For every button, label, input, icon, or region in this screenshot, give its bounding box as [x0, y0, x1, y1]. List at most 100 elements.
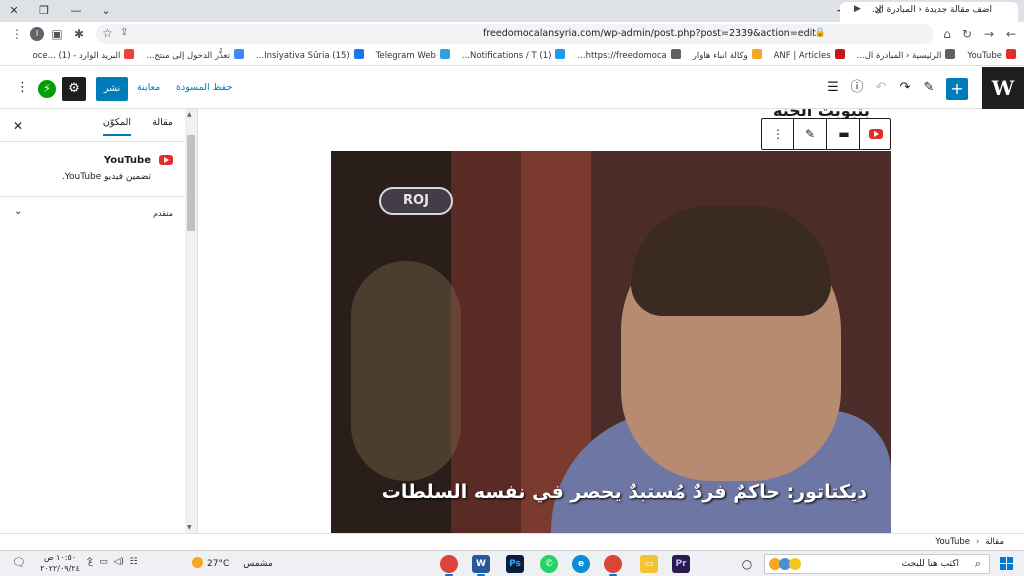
- sidebar-toggle-icon[interactable]: ▣: [48, 26, 66, 42]
- browser-tab-active[interactable]: أضف مقالة جديدة ‹ المبادرة ال... ▶ ✕: [840, 2, 1018, 22]
- bookmark-item[interactable]: تعذُّر الدخول إلى منتج...: [146, 49, 245, 61]
- bookmark-item[interactable]: Telegram Web: [376, 49, 450, 61]
- windows-start-icon[interactable]: [1000, 557, 1014, 571]
- save-draft-button[interactable]: حفظ المسودة: [176, 82, 232, 93]
- breadcrumb-root[interactable]: مقالة: [985, 537, 1004, 547]
- bookmark-item[interactable]: YouTube: [967, 49, 1016, 61]
- preview-button[interactable]: معاينة: [137, 82, 160, 93]
- scroll-down-icon[interactable]: ▼: [187, 524, 192, 531]
- bookmark-label: Telegram Web: [375, 51, 436, 61]
- edge-icon[interactable]: e: [572, 555, 590, 573]
- bookmark-item[interactable]: (15) Insiyativa Sûria...: [256, 49, 364, 61]
- align-icon[interactable]: ▬: [828, 119, 860, 149]
- bookmark-label: (1) Notifications / T...: [461, 51, 552, 61]
- edit-url-icon[interactable]: ✎: [794, 119, 826, 149]
- task-view-icon[interactable]: ○: [738, 555, 756, 573]
- block-card-title: YouTube: [103, 155, 151, 166]
- search-placeholder: اكتب هنا للبحث: [901, 559, 959, 569]
- url-text[interactable]: freedomocalansyria.com/wp-admin/post.php…: [483, 28, 816, 39]
- chevron-down-icon[interactable]: ⌄: [14, 206, 22, 217]
- sun-icon: [192, 557, 203, 568]
- bookmark-item[interactable]: وكالة انباء هاوار: [693, 49, 762, 61]
- options-menu-icon[interactable]: ⋮: [16, 80, 29, 95]
- tab-post[interactable]: مقالة: [152, 117, 173, 128]
- video-figure: [631, 206, 831, 316]
- close-sidebar-icon[interactable]: ✕: [13, 119, 23, 133]
- play-icon: ▶: [854, 4, 861, 14]
- block-breadcrumb: مقالة ‹ YouTube: [0, 533, 1024, 550]
- scrollbar-thumb[interactable]: [187, 135, 195, 231]
- details-info-icon[interactable]: ⓘ: [848, 79, 866, 97]
- back-icon[interactable]: ←: [1002, 26, 1020, 42]
- forward-icon[interactable]: →: [980, 26, 998, 42]
- close-window-icon[interactable]: ✕: [4, 3, 24, 19]
- extensions-icon[interactable]: ✱: [70, 26, 88, 42]
- block-card-description: تضمين فيديو YouTube.: [61, 172, 151, 182]
- bookmark-label: ANF | Articles: [773, 51, 831, 61]
- undo-icon[interactable]: ↶: [872, 79, 890, 97]
- input-language[interactable]: ع: [88, 557, 93, 566]
- youtube-video-embed[interactable]: ROJ ديكتاتور: حاكمٌ فردٌ مُستبدٌ يحصر في…: [331, 151, 891, 533]
- scroll-up-icon[interactable]: ▲: [187, 111, 192, 118]
- taskbar-search-input[interactable]: ⌕ اكتب هنا للبحث: [764, 554, 990, 574]
- bookmark-favicon-icon: [751, 49, 762, 59]
- bookmark-label: https://freedomoca...: [577, 51, 667, 61]
- bookmark-favicon-icon: [1006, 49, 1016, 59]
- block-type-button[interactable]: [860, 119, 892, 149]
- tab-block[interactable]: المكوّن: [102, 117, 131, 136]
- file-explorer-icon[interactable]: ▭: [640, 555, 658, 573]
- list-view-icon[interactable]: ☰: [824, 79, 842, 97]
- bookmark-favicon-icon: [555, 49, 566, 59]
- bookmark-item[interactable]: ANF | Articles: [774, 49, 845, 61]
- whatsapp-icon[interactable]: ✆: [540, 555, 558, 573]
- block-toolbar: ⋮ ✎ ▬: [761, 118, 891, 150]
- profile-avatar[interactable]: I: [30, 27, 44, 41]
- bookmark-item[interactable]: الرئيسية ‹ المبادرة ال...: [857, 49, 956, 61]
- chevron-left-icon: ‹: [976, 537, 980, 547]
- bookmark-item[interactable]: https://freedomoca...: [577, 49, 681, 61]
- wordpress-logo-icon[interactable]: W: [982, 67, 1024, 109]
- bookmark-favicon-icon: [439, 49, 450, 59]
- redo-icon[interactable]: ↷: [896, 79, 914, 97]
- bookmark-item[interactable]: (1) Notifications / T...: [462, 49, 566, 61]
- add-block-button[interactable]: +: [946, 78, 968, 100]
- video-subtitle: ديكتاتور: حاكمٌ فردٌ مُستبدٌ يحصر في نفس…: [381, 481, 867, 503]
- word-icon[interactable]: W: [472, 555, 490, 576]
- tab-close-icon[interactable]: ✕: [874, 4, 883, 17]
- system-tray[interactable]: ^ ▭ ◁) ☷: [86, 557, 138, 567]
- tab-search-icon[interactable]: ⌄: [96, 3, 116, 19]
- edit-pencil-icon[interactable]: ✎: [920, 79, 938, 97]
- bookmark-star-icon[interactable]: ☆: [102, 26, 113, 40]
- bookmark-item[interactable]: البريد الوارد - oce... (1): [33, 49, 135, 61]
- weather-widget[interactable]: 27°C مشمس: [192, 557, 273, 569]
- notifications-icon[interactable]: 🗨: [12, 556, 26, 569]
- more-icon[interactable]: ⋮: [8, 26, 26, 42]
- more-options-icon[interactable]: ⋮: [762, 119, 794, 149]
- system-clock[interactable]: ١٠:٥٠ ص ٢٠٢٢/٠٩/٢٤: [36, 552, 84, 574]
- jetpack-icon[interactable]: ⚡: [38, 80, 56, 98]
- address-bar[interactable]: ☆ ⇪ freedomocalansyria.com/wp-admin/post…: [96, 24, 934, 44]
- clock-time: ١٠:٥٠ ص: [43, 553, 77, 562]
- restore-window-icon[interactable]: ❐: [34, 3, 54, 19]
- settings-gear-icon[interactable]: ⚙: [62, 77, 86, 101]
- lock-icon[interactable]: 🔒: [815, 28, 826, 38]
- premiere-icon[interactable]: Pr: [672, 555, 690, 573]
- settings-sidebar: ✕ مقالة المكوّن YouTube تضمين فيديو YouT…: [0, 109, 198, 533]
- divider: [0, 196, 186, 197]
- reload-icon[interactable]: ↻: [958, 26, 976, 42]
- bookmark-favicon-icon: [945, 49, 956, 59]
- publish-button[interactable]: نشر: [96, 77, 128, 101]
- advanced-panel-label[interactable]: متقدم: [153, 209, 173, 218]
- share-icon[interactable]: ⇪: [120, 27, 128, 38]
- editor-header: W + ✎ ↷ ↶ ⓘ ☰ نشر معاينة حفظ المسودة ⚙ ⚡…: [0, 67, 1024, 109]
- bookmark-favicon-icon: [234, 49, 245, 59]
- youtube-icon: [159, 155, 173, 165]
- chrome-icon[interactable]: [604, 555, 622, 576]
- bookmark-favicon-icon: [670, 49, 681, 59]
- sidebar-scrollbar[interactable]: ▲ ▼: [185, 109, 197, 533]
- breadcrumb-current[interactable]: YouTube: [935, 537, 970, 547]
- chrome-profile-icon[interactable]: [440, 555, 458, 576]
- minimize-window-icon[interactable]: —: [66, 3, 86, 19]
- photoshop-icon[interactable]: Ps: [506, 555, 524, 573]
- home-icon[interactable]: ⌂: [938, 26, 956, 42]
